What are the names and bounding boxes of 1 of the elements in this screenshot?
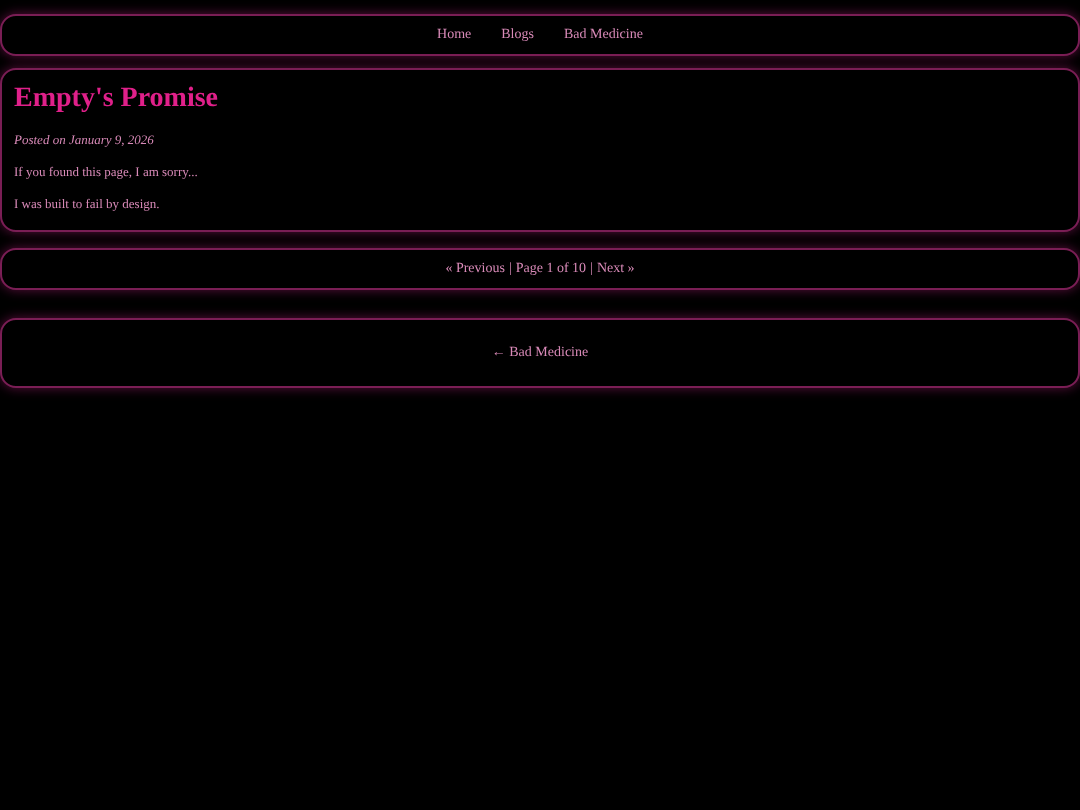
post-title: Empty's Promise: [14, 82, 221, 118]
